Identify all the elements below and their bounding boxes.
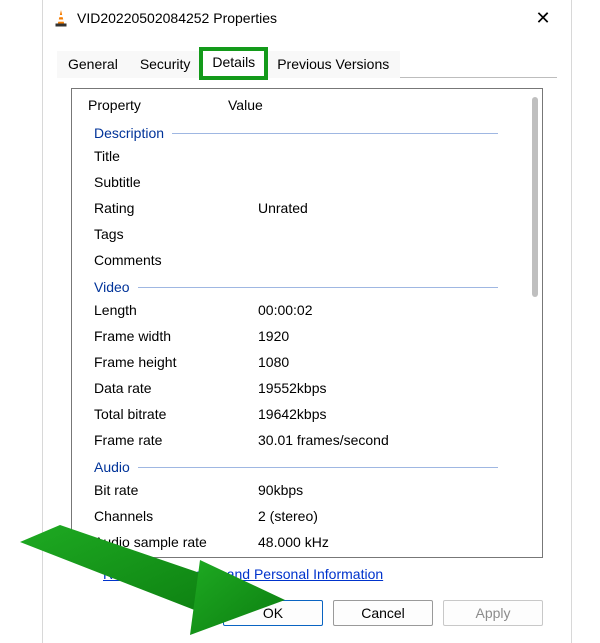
row-audio-sample-rate[interactable]: Audio sample rate 48.000 kHz <box>72 529 542 555</box>
label-channels: Channels <box>88 505 258 527</box>
remove-properties-link[interactable]: Remove Properties and Personal Informati… <box>103 566 543 582</box>
value-channels: 2 (stereo) <box>258 505 536 527</box>
tabs: General Security Details Previous Versio… <box>43 40 571 77</box>
label-rating: Rating <box>88 197 258 219</box>
value-frame-width: 1920 <box>258 325 536 347</box>
label-title: Title <box>88 145 258 167</box>
cancel-button[interactable]: Cancel <box>333 600 433 626</box>
tab-general[interactable]: General <box>57 51 129 78</box>
group-rule <box>138 287 498 288</box>
value-data-rate: 19552kbps <box>258 377 536 399</box>
label-comments: Comments <box>88 249 258 271</box>
table-header: Property Value <box>72 89 542 119</box>
row-bit-rate[interactable]: Bit rate 90kbps <box>72 477 542 503</box>
value-frame-rate: 30.01 frames/second <box>258 429 536 451</box>
label-length: Length <box>88 299 258 321</box>
value-frame-height: 1080 <box>258 351 536 373</box>
row-title[interactable]: Title <box>72 143 542 169</box>
tab-details[interactable]: Details <box>201 49 266 78</box>
tab-previous-versions[interactable]: Previous Versions <box>266 51 400 78</box>
value-length: 00:00:02 <box>258 299 536 321</box>
scrollbar-thumb[interactable] <box>532 97 538 297</box>
value-tags <box>258 223 536 245</box>
button-bar: OK Cancel Apply <box>43 582 571 626</box>
value-audio-sample-rate: 48.000 kHz <box>258 531 536 553</box>
ok-button[interactable]: OK <box>223 600 323 626</box>
value-comments <box>258 249 536 271</box>
row-frame-rate[interactable]: Frame rate 30.01 frames/second <box>72 427 542 453</box>
label-total-bitrate: Total bitrate <box>88 403 258 425</box>
label-bit-rate: Bit rate <box>88 479 258 501</box>
vlc-cone-icon <box>53 9 69 27</box>
group-audio: Audio <box>72 453 542 477</box>
row-total-bitrate[interactable]: Total bitrate 19642kbps <box>72 401 542 427</box>
label-audio-sample-rate: Audio sample rate <box>88 531 258 553</box>
tab-security[interactable]: Security <box>129 51 202 78</box>
apply-button[interactable]: Apply <box>443 600 543 626</box>
col-header-property: Property <box>88 97 228 113</box>
label-data-rate: Data rate <box>88 377 258 399</box>
row-data-rate[interactable]: Data rate 19552kbps <box>72 375 542 401</box>
window-title: VID20220502084252 Properties <box>77 10 523 26</box>
row-subtitle[interactable]: Subtitle <box>72 169 542 195</box>
value-total-bitrate: 19642kbps <box>258 403 536 425</box>
close-icon[interactable]: ✕ <box>523 8 563 29</box>
group-title-description: Description <box>94 125 164 141</box>
group-rule <box>138 467 498 468</box>
label-tags: Tags <box>88 223 258 245</box>
group-video: Video <box>72 273 542 297</box>
label-subtitle: Subtitle <box>88 171 258 193</box>
group-description: Description <box>72 119 542 143</box>
group-rule <box>172 133 498 134</box>
group-title-audio: Audio <box>94 459 130 475</box>
label-frame-width: Frame width <box>88 325 258 347</box>
label-frame-rate: Frame rate <box>88 429 258 451</box>
row-frame-width[interactable]: Frame width 1920 <box>72 323 542 349</box>
title-bar: VID20220502084252 Properties ✕ <box>43 0 571 36</box>
group-title-video: Video <box>94 279 130 295</box>
row-channels[interactable]: Channels 2 (stereo) <box>72 503 542 529</box>
value-rating: Unrated <box>258 197 536 219</box>
row-tags[interactable]: Tags <box>72 221 542 247</box>
row-frame-height[interactable]: Frame height 1080 <box>72 349 542 375</box>
row-rating[interactable]: Rating Unrated <box>72 195 542 221</box>
details-panel: Property Value Description Title Subtitl… <box>71 88 543 558</box>
col-header-value: Value <box>228 97 536 113</box>
label-frame-height: Frame height <box>88 351 258 373</box>
value-subtitle <box>258 171 536 193</box>
value-title <box>258 145 536 167</box>
row-comments[interactable]: Comments <box>72 247 542 273</box>
value-bit-rate: 90kbps <box>258 479 536 501</box>
properties-dialog: VID20220502084252 Properties ✕ General S… <box>42 0 572 643</box>
row-length[interactable]: Length 00:00:02 <box>72 297 542 323</box>
